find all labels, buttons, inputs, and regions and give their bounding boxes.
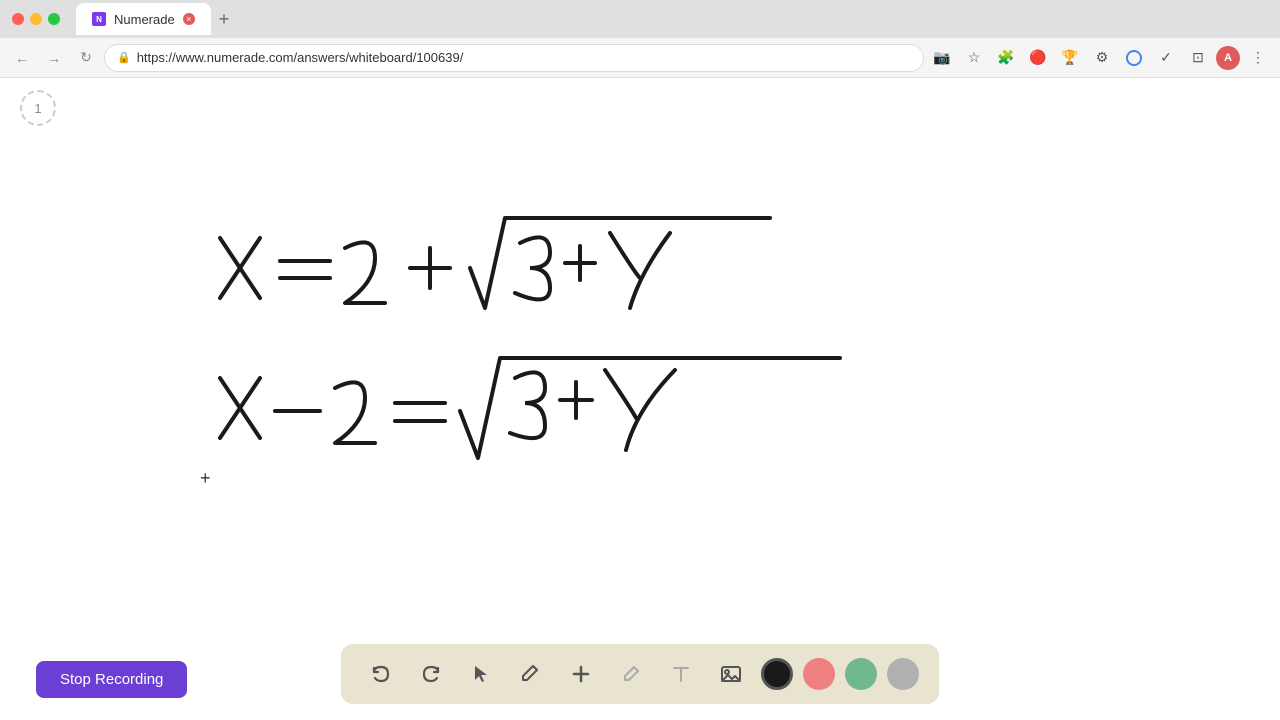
main-content: 1 [0,78,1280,720]
forward-button[interactable]: → [40,44,68,72]
menu-icon[interactable]: ⋮ [1244,44,1272,72]
math-equations [160,178,860,483]
tab-close-button[interactable]: × [183,13,195,25]
title-bar: N Numerade × + [0,0,1280,38]
image-tool-button[interactable] [711,654,751,694]
color-pink-swatch[interactable] [803,658,835,690]
redo-button[interactable] [411,654,451,694]
color-gray-swatch[interactable] [887,658,919,690]
color-green-swatch[interactable] [845,658,877,690]
stop-recording-button[interactable]: Stop Recording [36,661,187,698]
refresh-button[interactable]: ↻ [72,44,100,72]
lock-icon: 🔒 [117,51,131,64]
address-bar[interactable]: 🔒 https://www.numerade.com/answers/white… [104,44,924,72]
ext2-icon[interactable]: 🔴 [1024,44,1052,72]
profile-avatar[interactable]: A [1216,46,1240,70]
close-button[interactable] [12,13,24,25]
bookmark-icon[interactable]: ☆ [960,44,988,72]
ext3-icon[interactable]: ⚙ [1088,44,1116,72]
page-number-badge: 1 [20,90,56,126]
active-tab[interactable]: N Numerade × [76,3,211,35]
minimize-button[interactable] [30,13,42,25]
whiteboard-canvas[interactable]: 1 [0,78,1280,720]
new-tab-button[interactable]: + [211,9,238,30]
url-text: https://www.numerade.com/answers/whitebo… [137,50,464,65]
chrome-icon[interactable] [1120,44,1148,72]
tab-favicon: N [92,12,106,26]
math-svg [160,178,860,478]
maximize-button[interactable] [48,13,60,25]
toolbar-right: 📷 ☆ 🧩 🔴 🏆 ⚙ ✓ ⊡ A ⋮ [928,44,1272,72]
browser-chrome: N Numerade × + ← → ↻ 🔒 https://www.numer… [0,0,1280,78]
drawing-toolbar [341,644,939,704]
text-tool-button[interactable] [661,654,701,694]
traffic-lights [12,13,60,25]
navigation-toolbar: ← → ↻ 🔒 https://www.numerade.com/answers… [0,38,1280,78]
undo-button[interactable] [361,654,401,694]
trophy-icon[interactable]: 🏆 [1056,44,1084,72]
window-icon[interactable]: ⊡ [1184,44,1212,72]
color-black-swatch[interactable] [761,658,793,690]
add-element-button[interactable] [561,654,601,694]
pen-tool-button[interactable] [511,654,551,694]
highlighter-tool-button[interactable] [611,654,651,694]
extensions-icon[interactable]: 🧩 [992,44,1020,72]
tab-title: Numerade [114,12,175,27]
camera-icon[interactable]: 📷 [928,44,956,72]
ext4-icon[interactable]: ✓ [1152,44,1180,72]
back-button[interactable]: ← [8,44,36,72]
select-tool-button[interactable] [461,654,501,694]
